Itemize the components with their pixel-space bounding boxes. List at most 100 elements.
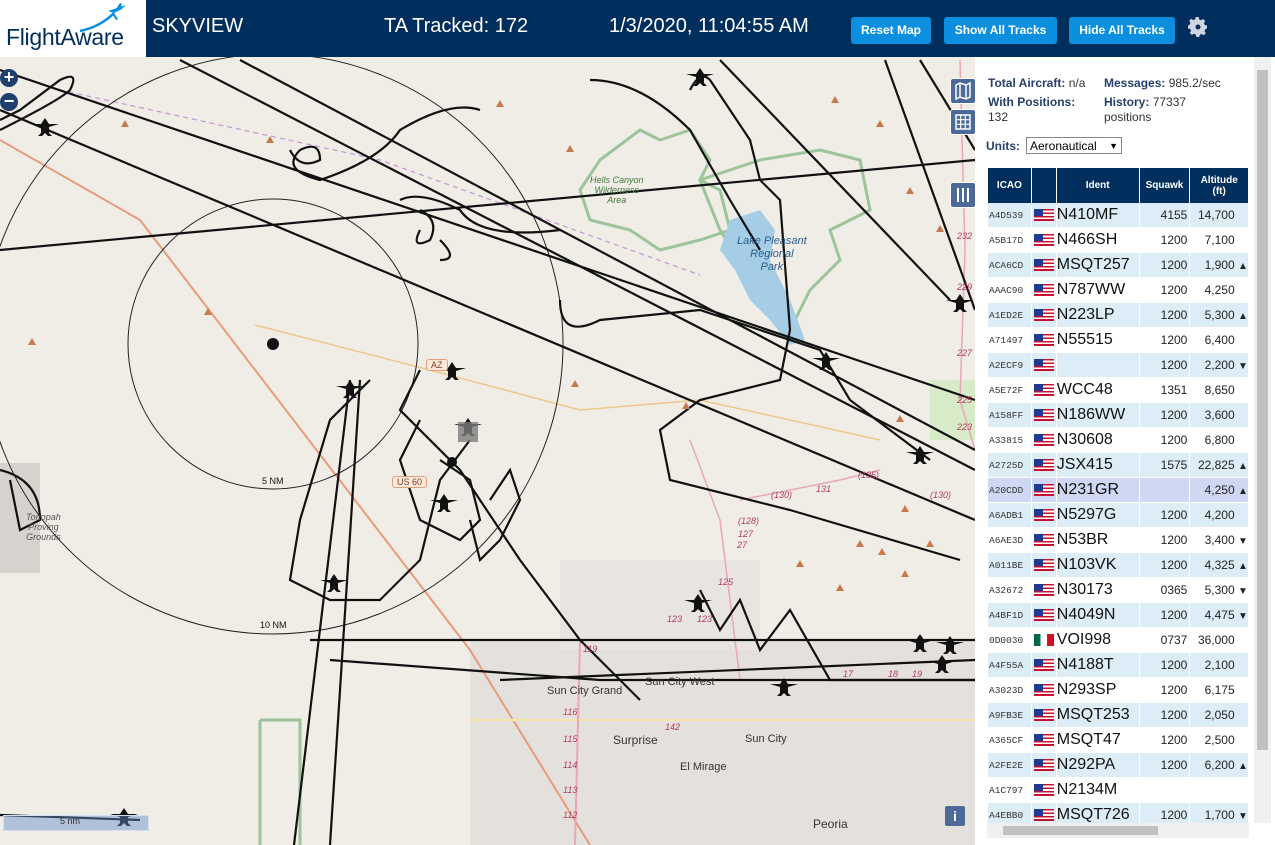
flag-cell bbox=[1031, 603, 1056, 628]
altitude-trend-icon: ▼ bbox=[1238, 586, 1248, 597]
table-row[interactable]: A6ADB1 N5297G 1200 4,200 bbox=[988, 503, 1248, 528]
table-row[interactable]: A9FB3E MSQT253 1200 2,050 bbox=[988, 703, 1248, 728]
table-row[interactable]: A011BE N103VK 1200 4,325 ▲ bbox=[988, 553, 1248, 578]
table-row[interactable]: A5E72F WCC48 1351 8,650 bbox=[988, 378, 1248, 403]
grid-toggle-button[interactable] bbox=[950, 109, 975, 135]
us-flag-icon bbox=[1033, 358, 1054, 371]
icao-cell: ACA6CD bbox=[988, 253, 1031, 278]
flag-cell bbox=[1031, 578, 1056, 603]
table-row[interactable]: A6AE3D N53BR 1200 3,400 ▼ bbox=[988, 528, 1248, 553]
units-value: Aeronautical bbox=[1030, 139, 1097, 153]
table-row[interactable]: A32672 N30173 0365 5,300 ▼ bbox=[988, 578, 1248, 603]
flag-cell bbox=[1031, 378, 1056, 403]
table-row[interactable]: A3023D N293SP 1200 6,175 bbox=[988, 678, 1248, 703]
history-stat: History: 77337 positions bbox=[1104, 95, 1186, 125]
flag-cell bbox=[1031, 628, 1056, 653]
altitude-value: 14,700 bbox=[1197, 208, 1235, 222]
icao-cell: A3023D bbox=[988, 678, 1031, 703]
gear-icon[interactable] bbox=[1186, 15, 1210, 39]
us-flag-icon bbox=[1033, 308, 1054, 321]
flag-cell bbox=[1031, 753, 1056, 778]
icao-cell: A6ADB1 bbox=[988, 503, 1031, 528]
us-flag-icon bbox=[1033, 233, 1054, 246]
table-row[interactable]: A71497 N55515 1200 6,400 bbox=[988, 328, 1248, 353]
ta-tracked-count: TA Tracked: 172 bbox=[384, 15, 529, 37]
history-unit: positions bbox=[1104, 110, 1152, 124]
altitude-value: 6,175 bbox=[1204, 683, 1235, 697]
map-canvas[interactable]: 5 NM 10 NM AZ US 60 Hells Canyon Wildern… bbox=[0, 57, 975, 845]
altitude-trend-icon: ▲ bbox=[1238, 261, 1248, 272]
table-row[interactable]: A4BF1D N4049N 1200 4,475 ▼ bbox=[988, 603, 1248, 628]
squawk-cell: 0737 bbox=[1139, 628, 1190, 653]
selected-aircraft-highlight bbox=[458, 422, 478, 442]
table-row[interactable]: A2FE2E N292PA 1200 6,200 ▲ bbox=[988, 753, 1248, 778]
altitude-cell: 2,200 ▼ bbox=[1190, 353, 1248, 378]
col-altitude-label: Altitude bbox=[1200, 174, 1238, 186]
col-ident[interactable]: Ident bbox=[1056, 168, 1139, 203]
altitude-value: 2,100 bbox=[1204, 658, 1235, 672]
altitude-value: 2,050 bbox=[1204, 708, 1235, 722]
flightaware-logo[interactable]: FlightAware bbox=[0, 0, 146, 57]
col-altitude[interactable]: Altitude (ft) bbox=[1190, 168, 1248, 203]
plane-logo-icon bbox=[79, 3, 126, 33]
col-flag[interactable] bbox=[1031, 168, 1056, 203]
table-row[interactable]: A4D539 N410MF 4155 14,700 bbox=[988, 203, 1248, 228]
table-row[interactable]: A2ECF9 1200 2,200 ▼ bbox=[988, 353, 1248, 378]
col-squawk[interactable]: Squawk bbox=[1139, 168, 1190, 203]
flag-cell bbox=[1031, 278, 1056, 303]
table-row[interactable]: A4F55A N4188T 1200 2,100 bbox=[988, 653, 1248, 678]
ident-cell: MSQT257 bbox=[1056, 253, 1139, 278]
icao-cell: 0D0030 bbox=[988, 628, 1031, 653]
icao-cell: AAAC90 bbox=[988, 278, 1031, 303]
road-number: 123 bbox=[667, 614, 683, 624]
flag-cell bbox=[1031, 478, 1056, 503]
road-number: 142 bbox=[665, 722, 681, 732]
hide-all-tracks-button[interactable]: Hide All Tracks bbox=[1069, 17, 1175, 44]
us-flag-icon bbox=[1033, 508, 1054, 521]
lake-pleasant bbox=[720, 210, 805, 345]
table-row[interactable]: A2725D JSX415 1575 22,825 ▲ bbox=[988, 453, 1248, 478]
range-label-5nm: 5 NM bbox=[262, 476, 284, 486]
ident-cell: MSQT47 bbox=[1056, 728, 1139, 753]
show-all-tracks-button[interactable]: Show All Tracks bbox=[944, 17, 1057, 44]
altitude-trend-icon: ▼ bbox=[1238, 536, 1248, 547]
zoom-out-button[interactable]: − bbox=[0, 92, 18, 111]
icao-cell: A1ED2E bbox=[988, 303, 1031, 328]
table-row[interactable]: AAAC90 N787WW 1200 4,250 bbox=[988, 278, 1248, 303]
altitude-value: 1,900 bbox=[1204, 258, 1235, 272]
table-row[interactable]: A20CDD N231GR 4,250 ▲ bbox=[988, 478, 1248, 503]
vertical-scroll-thumb[interactable] bbox=[1257, 70, 1268, 750]
road-number: 18 bbox=[888, 669, 899, 679]
table-row[interactable]: ACA6CD MSQT257 1200 1,900 ▲ bbox=[988, 253, 1248, 278]
reset-map-button[interactable]: Reset Map bbox=[851, 17, 931, 44]
map-type-button[interactable] bbox=[950, 78, 975, 104]
us-flag-icon bbox=[1033, 533, 1054, 546]
table-row[interactable]: A5B17D N466SH 1200 7,100 bbox=[988, 228, 1248, 253]
info-button[interactable]: i bbox=[945, 806, 965, 826]
altitude-cell: 4,325 ▲ bbox=[1190, 553, 1248, 578]
altitude-value: 3,400 bbox=[1204, 533, 1235, 547]
table-row[interactable]: A1ED2E N223LP 1200 5,300 ▲ bbox=[988, 303, 1248, 328]
icao-cell: A9FB3E bbox=[988, 703, 1031, 728]
units-select[interactable]: Aeronautical ▼ bbox=[1026, 137, 1122, 154]
altitude-trend-icon: ▲ bbox=[1238, 486, 1248, 497]
altitude-value: 22,825 bbox=[1197, 458, 1235, 472]
table-row[interactable]: A365CF MSQT47 1200 2,500 bbox=[988, 728, 1248, 753]
scale-text: 5 nm bbox=[60, 816, 81, 826]
col-icao[interactable]: ICAO bbox=[988, 168, 1031, 203]
sun-city-label: Sun City bbox=[745, 733, 787, 745]
ident-cell: N223LP bbox=[1056, 303, 1139, 328]
flag-cell bbox=[1031, 253, 1056, 278]
zoom-in-button[interactable]: + bbox=[0, 68, 18, 87]
sidebar-toggle-button[interactable] bbox=[950, 182, 975, 208]
table-row[interactable]: A158FF N186WW 1200 3,600 bbox=[988, 403, 1248, 428]
table-row[interactable]: 0D0030 VOI998 0737 36,000 bbox=[988, 628, 1248, 653]
flag-cell bbox=[1031, 228, 1056, 253]
altitude-trend-icon: ▲ bbox=[1238, 311, 1248, 322]
squawk-cell: 1200 bbox=[1139, 428, 1190, 453]
us-flag-icon bbox=[1033, 583, 1054, 596]
horizontal-scroll-thumb[interactable] bbox=[1003, 826, 1158, 835]
table-row[interactable]: A1C797 N2134M bbox=[988, 778, 1248, 803]
table-row[interactable]: A33815 N30608 1200 6,800 bbox=[988, 428, 1248, 453]
peoria-label: Peoria bbox=[813, 817, 848, 831]
